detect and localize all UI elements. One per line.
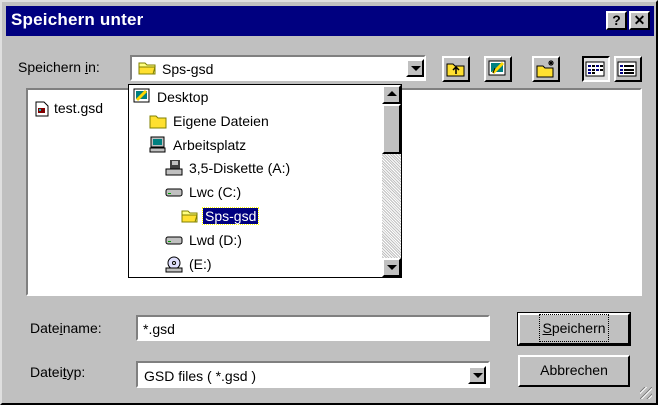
save-in-combo[interactable]: Sps-gsd [130,55,426,81]
filetype-combo[interactable]: GSD files ( *.gsd ) [136,361,490,388]
new-folder-button[interactable] [532,56,560,82]
dropdown-item-label: Eigene Dateien [173,112,269,129]
location-dropdown-list[interactable]: Desktop Eigene Dateien Arbeitsplatz 3,5-Dis… [128,84,402,278]
scroll-up-button[interactable] [382,85,401,104]
dropdown-item-label: (E:) [189,255,212,272]
filetype-dropdown-button[interactable] [468,366,486,384]
save-button[interactable]: Speichern [517,312,631,346]
details-view-icon [617,61,637,77]
dropdown-item-label: Desktop [157,89,209,105]
list-view-button[interactable] [582,56,610,82]
chevron-down-icon [411,66,421,71]
chevron-down-icon [387,265,397,270]
cancel-button[interactable]: Abbrechen [518,355,630,387]
title-bar[interactable]: Speichern unter ? ✕ [6,6,654,36]
dropdown-scrollbar[interactable] [382,85,401,277]
chevron-up-icon [387,91,397,96]
dropdown-item-label: Sps-gsd [201,207,260,225]
new-folder-icon [536,60,554,78]
floppy-icon [165,159,183,177]
open-folder-icon [181,207,199,225]
up-folder-icon [446,63,465,77]
dropdown-item-label: Lwd (D:) [189,231,242,248]
desktop-button[interactable] [484,56,512,82]
scrollbar-thumb[interactable] [382,104,401,154]
folder-icon [149,112,167,130]
filetype-label: Dateityp: [30,364,86,380]
help-button[interactable]: ? [606,11,627,30]
save-in-dropdown-button[interactable] [406,59,424,77]
dropdown-item-label: Arbeitsplatz [173,136,247,153]
drive-icon [165,183,183,201]
open-folder-icon [138,60,158,79]
resize-grip[interactable] [640,387,652,399]
dropdown-item-label: 3,5-Diskette (A:) [189,160,291,177]
drive-icon [165,231,183,249]
filename-label: Dateiname: [30,320,102,336]
up-one-level-button[interactable] [442,56,470,82]
gsd-file-icon [35,101,49,117]
close-icon: ✕ [633,12,646,28]
file-name: test.gsd [54,100,104,116]
close-button[interactable]: ✕ [629,11,650,30]
dropdown-item-label: Lwc (C:) [189,184,242,201]
scroll-down-button[interactable] [382,258,401,277]
chevron-down-icon [473,373,483,378]
save-as-dialog: Speichern unter ? ✕ Speichern in: Sps-gs… [0,0,658,405]
details-view-button[interactable] [614,56,642,82]
help-icon: ? [612,12,621,28]
desktop-icon [488,60,506,76]
cdrom-icon [165,255,183,273]
dialog-title: Speichern unter [11,10,144,29]
filetype-value: GSD files ( *.gsd ) [144,368,257,384]
save-in-value: Sps-gsd [162,61,214,77]
desktop-icon [133,88,151,106]
list-view-icon [585,61,605,77]
filename-value: *.gsd [143,321,175,337]
computer-icon [149,136,167,154]
filename-field[interactable]: *.gsd [136,315,490,341]
save-in-label: Speichern in: [18,59,100,75]
